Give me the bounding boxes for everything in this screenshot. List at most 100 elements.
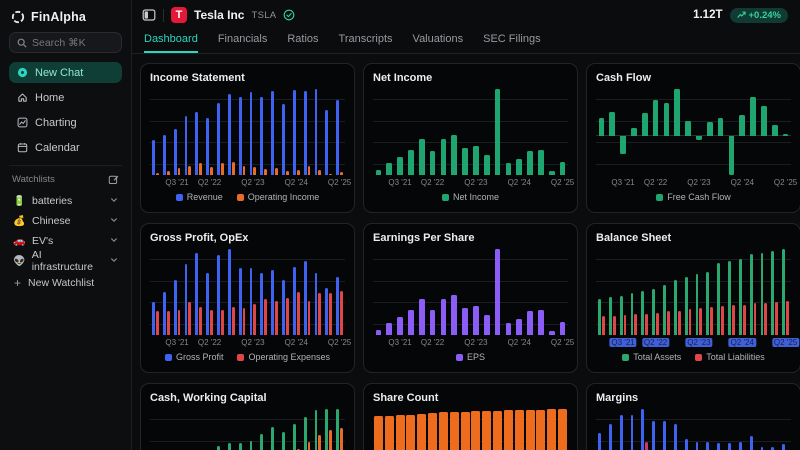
bar-total-assets[interactable] (706, 272, 709, 335)
bar-shares-outstanding[interactable] (493, 411, 502, 450)
bar-operating-expenses[interactable] (210, 310, 213, 335)
bar-free-cash-flow[interactable] (653, 100, 659, 136)
bar-operating-expenses[interactable] (275, 301, 278, 335)
sidebar-item-charting[interactable]: Charting (9, 112, 122, 133)
bar-gross-profit[interactable] (271, 270, 274, 335)
bar-revenue[interactable] (271, 91, 274, 175)
bar-free-cash-flow[interactable] (674, 89, 680, 136)
bar-operating-expenses[interactable] (199, 307, 202, 335)
sidebar-item-calendar[interactable]: Calendar (9, 137, 122, 158)
bar-total-assets[interactable] (750, 254, 753, 335)
bar-gross-margin[interactable] (598, 433, 601, 450)
chevron-down-icon[interactable] (110, 195, 118, 207)
tab-transcripts[interactable]: Transcripts (339, 33, 393, 53)
bar-gross-profit[interactable] (163, 292, 166, 335)
bar-shares-outstanding[interactable] (547, 409, 556, 450)
bar-net-income[interactable] (516, 159, 522, 175)
bar-net-income[interactable] (495, 89, 501, 175)
bar-total-liabilities[interactable] (602, 316, 605, 335)
bar-operating-income[interactable] (167, 171, 170, 175)
bar-operating-income[interactable] (264, 169, 267, 175)
bar-shares-outstanding[interactable] (439, 412, 448, 450)
bar-net-income[interactable] (527, 151, 533, 175)
bar-gross-profit[interactable] (336, 277, 339, 335)
bar-working-capital[interactable] (329, 430, 332, 450)
bar-net-income[interactable] (430, 151, 436, 176)
bar-eps[interactable] (527, 311, 533, 335)
bar-operating-expenses[interactable] (232, 307, 235, 335)
bar-total-liabilities[interactable] (613, 316, 616, 335)
bar-shares-outstanding[interactable] (536, 410, 545, 450)
bar-cash[interactable] (228, 443, 231, 450)
edit-watchlist-icon[interactable] (108, 174, 119, 185)
bar-total-assets[interactable] (717, 263, 720, 335)
sidebar-item-new-chat[interactable]: New Chat (9, 62, 122, 83)
bar-gross-margin[interactable] (717, 443, 720, 450)
bar-net-margin[interactable] (645, 442, 648, 450)
bar-total-liabilities[interactable] (656, 313, 659, 335)
bar-shares-outstanding[interactable] (504, 410, 513, 450)
bar-shares-outstanding[interactable] (428, 413, 437, 450)
watchlist-item-evs[interactable]: 🚗 EV's (9, 231, 122, 251)
bar-gross-profit[interactable] (315, 273, 318, 335)
bar-free-cash-flow[interactable] (685, 121, 691, 136)
bar-shares-outstanding[interactable] (471, 411, 480, 450)
bar-eps[interactable] (516, 319, 522, 335)
bar-operating-expenses[interactable] (243, 308, 246, 335)
bar-net-income[interactable] (408, 150, 414, 175)
bar-total-assets[interactable] (620, 296, 623, 335)
bar-operating-income[interactable] (188, 166, 191, 175)
bar-total-liabilities[interactable] (699, 308, 702, 335)
bar-revenue[interactable] (336, 100, 339, 175)
bar-operating-expenses[interactable] (188, 302, 191, 335)
bar-net-income[interactable] (462, 148, 468, 175)
bar-total-liabilities[interactable] (732, 305, 735, 335)
bar-shares-outstanding[interactable] (450, 412, 459, 450)
bar-revenue[interactable] (239, 97, 242, 175)
bar-operating-income[interactable] (221, 163, 224, 175)
bar-gross-margin[interactable] (696, 442, 699, 450)
bar-revenue[interactable] (174, 129, 177, 175)
bar-operating-income[interactable] (286, 171, 289, 175)
bar-free-cash-flow[interactable] (664, 103, 670, 136)
bar-total-liabilities[interactable] (743, 305, 746, 335)
bar-gross-profit[interactable] (228, 249, 231, 335)
bar-gross-profit[interactable] (239, 268, 242, 335)
bar-eps[interactable] (451, 295, 457, 335)
bar-total-assets[interactable] (685, 277, 688, 335)
bar-operating-income[interactable] (232, 162, 235, 175)
bar-eps[interactable] (462, 308, 468, 335)
bar-total-assets[interactable] (674, 280, 677, 335)
bar-eps[interactable] (419, 299, 425, 335)
bar-total-assets[interactable] (641, 291, 644, 335)
bar-revenue[interactable] (315, 89, 318, 175)
bar-shares-outstanding[interactable] (526, 410, 535, 450)
bar-total-liabilities[interactable] (645, 314, 648, 336)
bar-total-assets[interactable] (761, 253, 764, 335)
bar-revenue[interactable] (163, 135, 166, 175)
bar-total-assets[interactable] (696, 274, 699, 335)
bar-operating-income[interactable] (156, 173, 159, 175)
bar-net-income[interactable] (397, 157, 403, 175)
tab-dashboard[interactable]: Dashboard (144, 33, 198, 53)
bar-total-liabilities[interactable] (764, 303, 767, 335)
bar-cash[interactable] (282, 432, 285, 450)
bar-revenue[interactable] (217, 103, 220, 175)
bar-cash[interactable] (271, 427, 274, 450)
bar-operating-income[interactable] (297, 170, 300, 175)
bar-gross-margin[interactable] (782, 444, 785, 450)
bar-eps[interactable] (408, 310, 414, 335)
bar-net-income[interactable] (386, 163, 392, 175)
bar-revenue[interactable] (293, 90, 296, 175)
bar-cash[interactable] (239, 443, 242, 450)
bar-eps[interactable] (549, 331, 555, 336)
bar-free-cash-flow[interactable] (642, 113, 648, 136)
bar-free-cash-flow[interactable] (729, 136, 735, 175)
bar-gross-margin[interactable] (652, 421, 655, 450)
bar-free-cash-flow[interactable] (750, 97, 756, 136)
bar-total-liabilities[interactable] (634, 314, 637, 335)
bar-total-assets[interactable] (598, 299, 601, 335)
bar-operating-income[interactable] (253, 167, 256, 175)
bar-shares-outstanding[interactable] (461, 412, 470, 450)
sidebar-toggle-icon[interactable] (142, 8, 156, 22)
